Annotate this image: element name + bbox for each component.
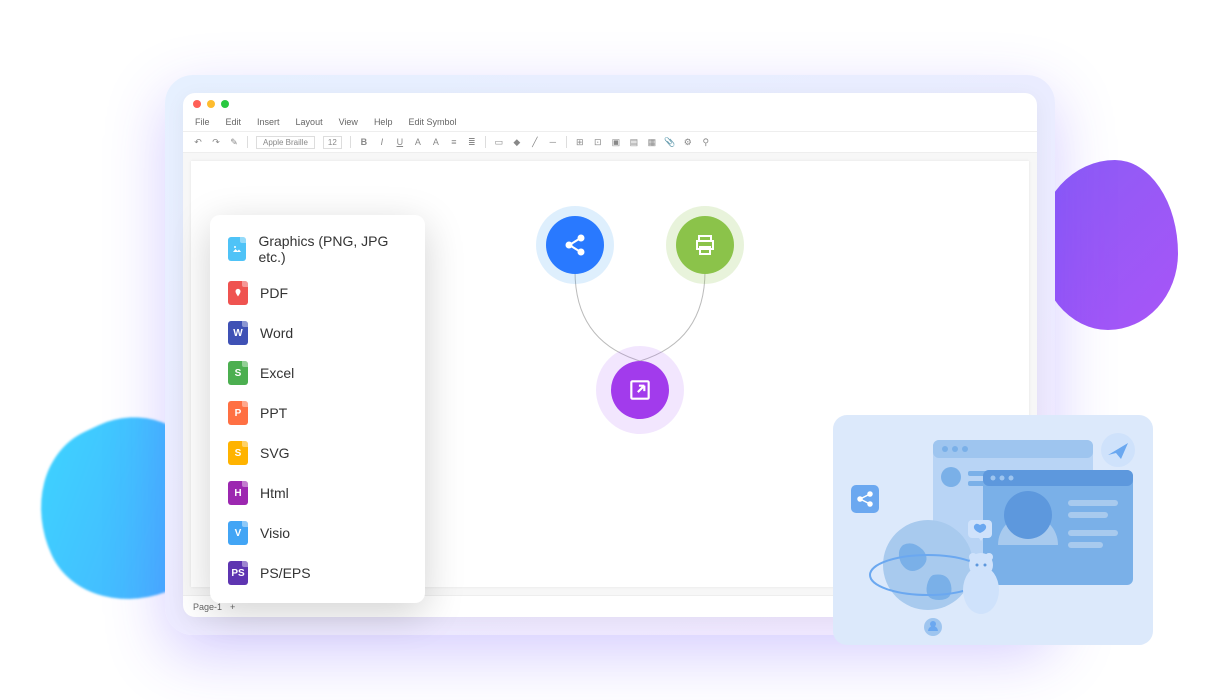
separator [566,136,567,148]
separator [485,136,486,148]
redo-icon[interactable]: ↷ [211,137,221,147]
decorative-blob-right [1038,160,1178,330]
shape-fill-icon[interactable]: ◆ [512,137,522,147]
svg-file-icon: S [228,441,248,465]
share-node[interactable] [546,216,604,274]
menu-view[interactable]: View [339,117,358,127]
menu-edit[interactable]: Edit [226,117,242,127]
align-left-icon[interactable]: ≡ [449,137,459,147]
export-item-ppt[interactable]: P PPT [210,393,425,433]
image-icon[interactable]: ▦ [647,137,657,147]
export-label: PS/EPS [260,565,311,581]
share-icon [563,233,587,257]
ppt-file-icon: P [228,401,248,425]
export-icon [627,377,653,403]
bold-icon[interactable]: B [359,137,369,147]
attachment-icon[interactable]: 📎 [665,137,675,147]
export-item-ps[interactable]: PS PS/EPS [210,553,425,593]
close-window-icon[interactable] [193,100,201,108]
settings-icon[interactable]: ⚙ [683,137,693,147]
export-item-excel[interactable]: S Excel [210,353,425,393]
align-icon[interactable]: ⊞ [575,137,585,147]
toolbar: ↶ ↷ ✎ Apple Braille 12 B I U A A ≡ ≣ ▭ ◆… [183,131,1037,153]
export-item-html[interactable]: H Html [210,473,425,513]
visio-file-icon: V [228,521,248,545]
distribute-icon[interactable]: ⊡ [593,137,603,147]
export-item-word[interactable]: W Word [210,313,425,353]
word-file-icon: W [228,321,248,345]
highlight-icon[interactable]: A [431,137,441,147]
line-spacing-icon[interactable]: ≣ [467,137,477,147]
format-painter-icon[interactable]: ✎ [229,137,239,147]
group-icon[interactable]: ▣ [611,137,621,147]
font-color-icon[interactable]: A [413,137,423,147]
export-item-visio[interactable]: V Visio [210,513,425,553]
add-page-button[interactable]: + [230,602,235,612]
export-label: Excel [260,365,294,381]
line-tool-icon[interactable]: ╱ [530,137,540,147]
export-label: Visio [260,525,290,541]
export-label: Word [260,325,293,341]
export-node[interactable] [611,361,669,419]
menu-edit-symbol[interactable]: Edit Symbol [408,117,456,127]
menu-help[interactable]: Help [374,117,393,127]
separator [350,136,351,148]
titlebar [183,93,1037,115]
menu-file[interactable]: File [195,117,210,127]
ps-file-icon: PS [228,561,248,585]
image-file-icon [228,237,246,261]
print-node[interactable] [676,216,734,274]
line-style-icon[interactable]: ─ [548,137,558,147]
menu-insert[interactable]: Insert [257,117,280,127]
export-label: PDF [260,285,288,301]
export-label: Graphics (PNG, JPG etc.) [258,233,407,265]
pdf-file-icon [228,281,248,305]
font-size-selector[interactable]: 12 [323,136,342,149]
italic-icon[interactable]: I [377,137,387,147]
export-menu: Graphics (PNG, JPG etc.) PDF W Word S Ex… [210,215,425,603]
export-item-graphics[interactable]: Graphics (PNG, JPG etc.) [210,225,425,273]
menu-layout[interactable]: Layout [296,117,323,127]
underline-icon[interactable]: U [395,137,405,147]
menubar: File Edit Insert Layout View Help Edit S… [183,115,1037,131]
maximize-window-icon[interactable] [221,100,229,108]
illustration-card [833,415,1153,645]
undo-icon[interactable]: ↶ [193,137,203,147]
export-item-pdf[interactable]: PDF [210,273,425,313]
separator [247,136,248,148]
export-label: Html [260,485,289,501]
layer-icon[interactable]: ▤ [629,137,639,147]
export-label: SVG [260,445,290,461]
html-file-icon: H [228,481,248,505]
print-icon [693,233,717,257]
excel-file-icon: S [228,361,248,385]
font-selector[interactable]: Apple Braille [256,136,315,149]
search-icon[interactable]: ⚲ [701,137,711,147]
page-tab[interactable]: Page-1 [193,602,222,612]
minimize-window-icon[interactable] [207,100,215,108]
export-label: PPT [260,405,287,421]
text-box-icon[interactable]: ▭ [494,137,504,147]
export-item-svg[interactable]: S SVG [210,433,425,473]
